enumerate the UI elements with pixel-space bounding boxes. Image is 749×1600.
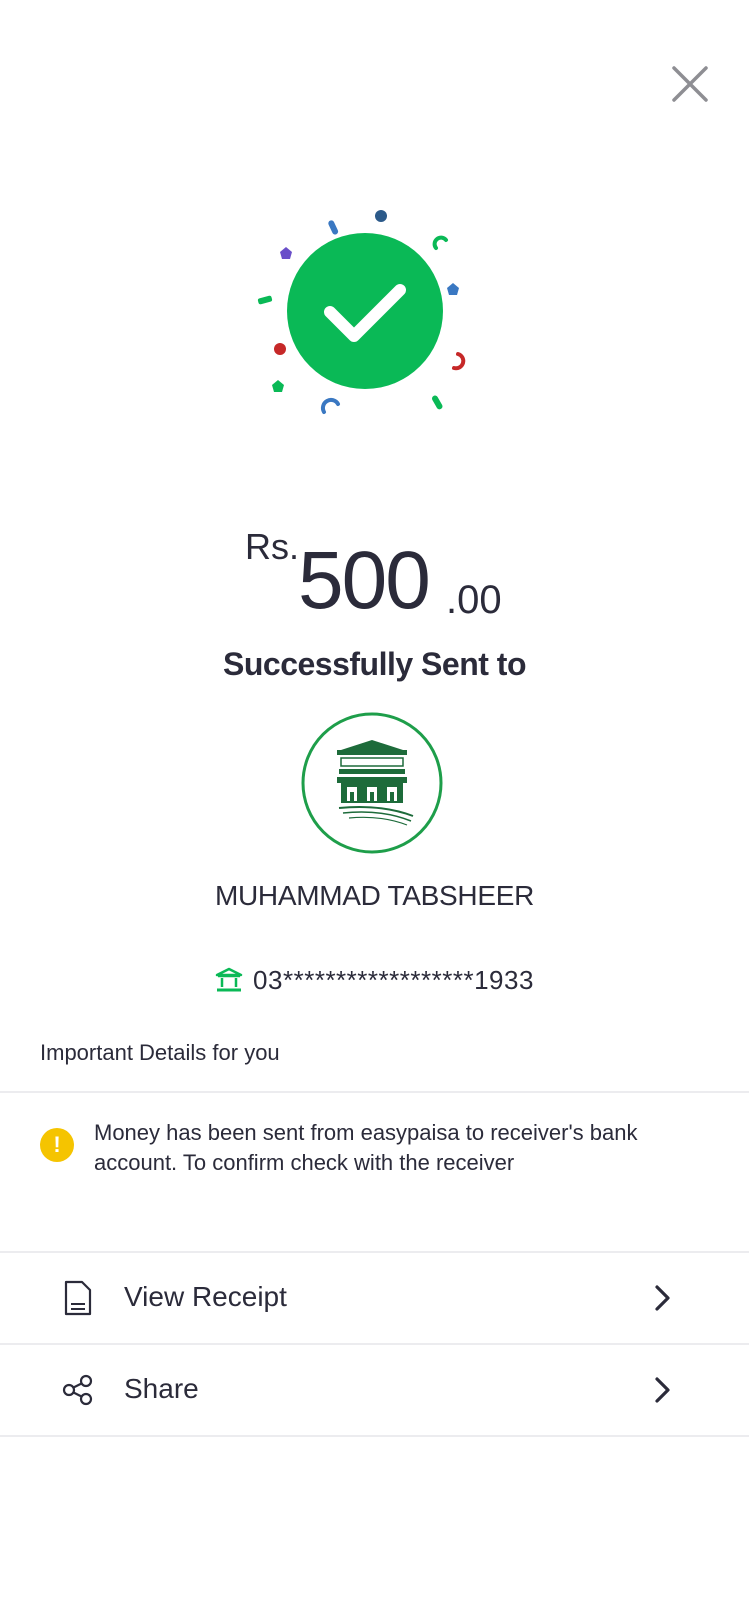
share-button[interactable]: Share [0, 1345, 749, 1435]
amount-currency: Rs. [245, 526, 299, 567]
bank-logo [301, 712, 443, 854]
account-number-row: 03******************1933 [0, 962, 749, 998]
amount-display: Rs. 500 .00 [0, 520, 749, 630]
view-receipt-label: View Receipt [124, 1281, 287, 1312]
recipient-name: MUHAMMAD TABSHEER [214, 880, 534, 911]
account-number: 03******************1933 [253, 964, 534, 995]
success-illustration [250, 200, 490, 430]
close-button[interactable] [668, 62, 712, 106]
chevron-right-icon [655, 1285, 670, 1311]
share-label: Share [124, 1373, 199, 1404]
chevron-right-icon [655, 1377, 670, 1403]
amount-fraction: .00 [446, 578, 502, 622]
view-receipt-button[interactable]: View Receipt [0, 1253, 749, 1343]
divider [0, 1091, 749, 1093]
share-icon [62, 1374, 93, 1406]
bank-icon [215, 967, 243, 992]
status-heading: Successfully Sent to [223, 646, 526, 682]
important-details-heading: Important Details for you [40, 1040, 280, 1065]
close-icon [672, 66, 708, 102]
receipt-icon [64, 1280, 92, 1316]
amount-whole: 500 [298, 535, 431, 626]
success-circle [287, 233, 443, 389]
warning-icon: ! [40, 1128, 74, 1162]
notice-text: Money has been sent from easypaisa to re… [94, 1120, 638, 1175]
divider [0, 1435, 749, 1437]
